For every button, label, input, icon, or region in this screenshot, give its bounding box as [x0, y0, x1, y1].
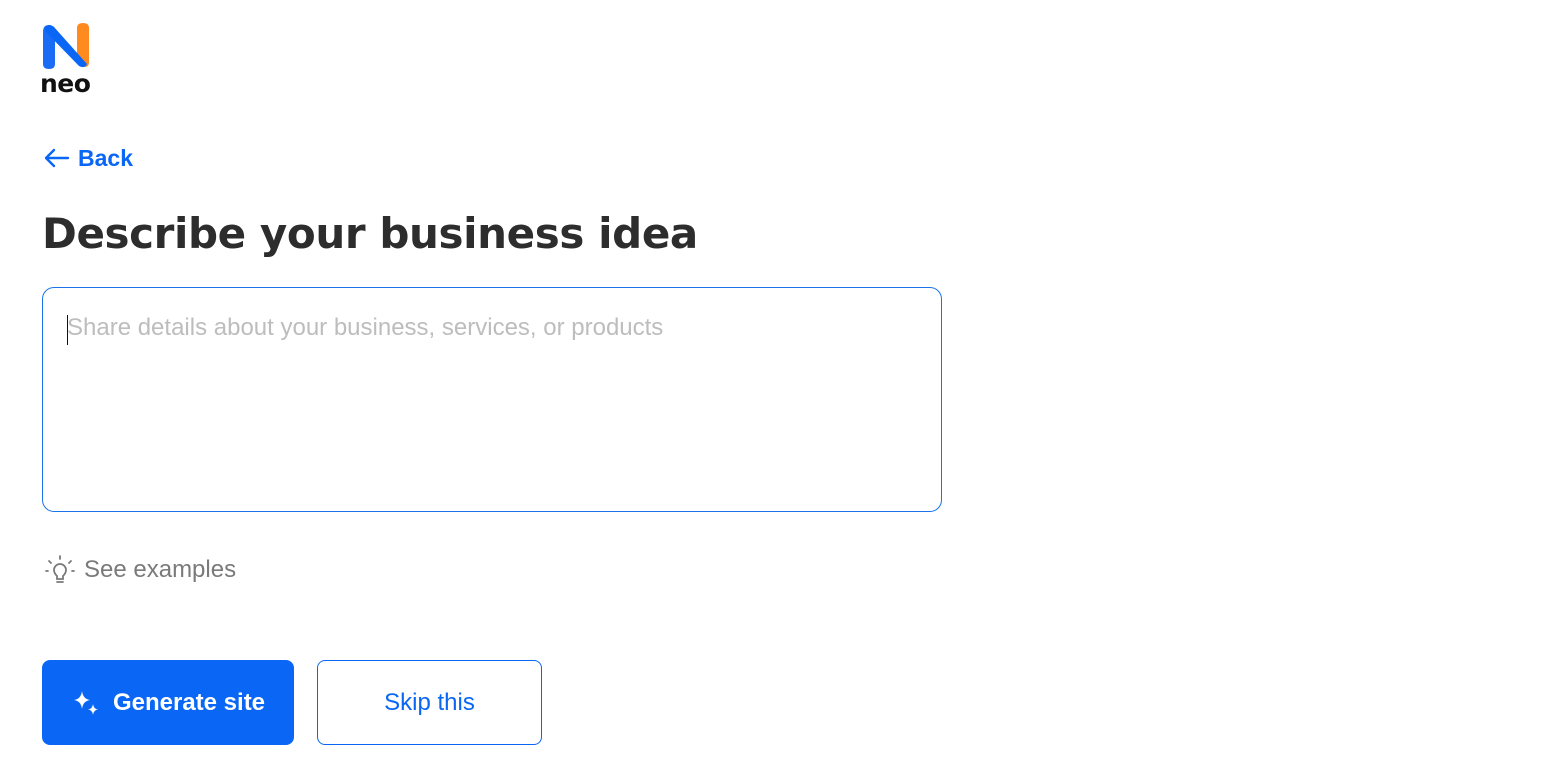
neo-logo[interactable]: neo — [40, 22, 96, 98]
page-title: Describe your business idea — [42, 209, 698, 258]
arrow-left-icon — [44, 148, 70, 168]
text-cursor — [67, 315, 68, 345]
back-label: Back — [78, 144, 133, 171]
neo-logo-icon — [43, 23, 89, 69]
sparkles-icon — [73, 690, 98, 715]
skip-this-button[interactable]: Skip this — [317, 660, 542, 745]
generate-site-button[interactable]: Generate site — [42, 660, 294, 745]
lightbulb-icon — [45, 555, 75, 583]
neo-wordmark: neo — [40, 69, 91, 98]
see-examples-label: See examples — [84, 556, 237, 583]
business-description-input[interactable] — [42, 287, 942, 512]
see-examples-link[interactable]: See examples — [44, 554, 236, 586]
page: neo Back Describe your business idea See… — [0, 0, 1542, 772]
back-link[interactable]: Back — [42, 144, 133, 172]
generate-site-label: Generate site — [112, 688, 266, 716]
skip-this-label: Skip this — [384, 688, 475, 716]
